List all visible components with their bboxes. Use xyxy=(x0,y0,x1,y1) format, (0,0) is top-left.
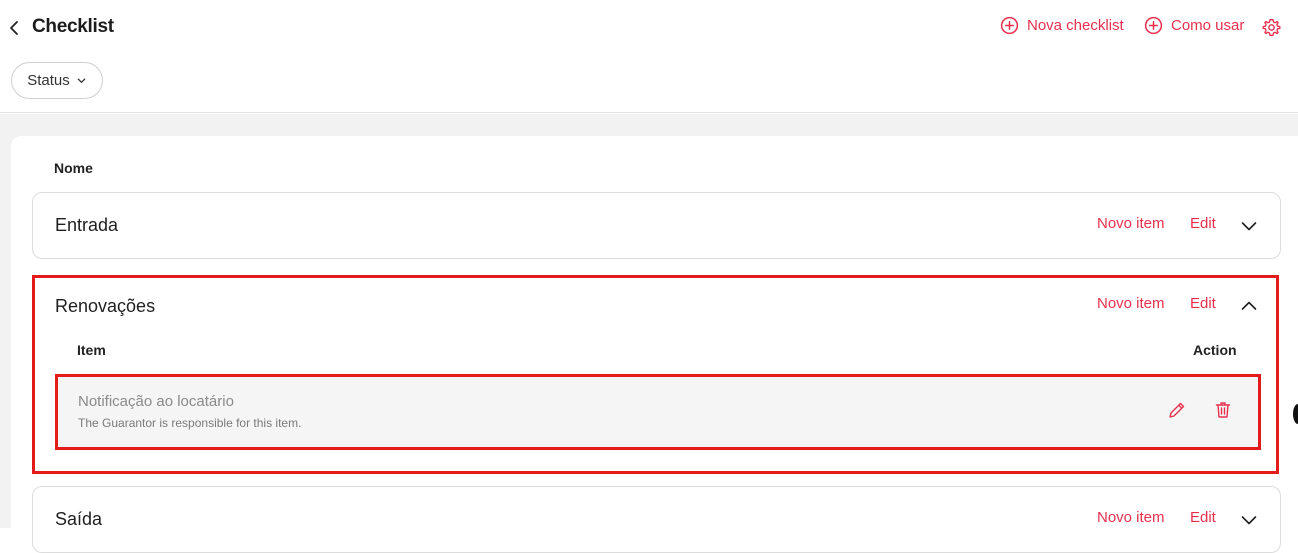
status-filter-label: Status xyxy=(27,72,70,89)
nova-checklist-label: Nova checklist xyxy=(1027,17,1124,34)
edit-button[interactable]: Edit xyxy=(1190,215,1216,232)
column-header-item: Item xyxy=(77,342,106,358)
chevron-down-icon[interactable] xyxy=(1240,217,1258,235)
chevron-down-icon xyxy=(77,78,86,83)
column-header-nome: Nome xyxy=(54,160,93,176)
group-name: Entrada xyxy=(55,215,119,235)
selected-item-outline xyxy=(55,374,1261,450)
gear-icon xyxy=(1262,19,1281,36)
como-usar-button[interactable]: Como usar xyxy=(1144,16,1244,35)
column-header-action: Action xyxy=(1193,342,1237,358)
group-name: Saída xyxy=(55,509,103,529)
edit-button[interactable]: Edit xyxy=(1190,509,1216,526)
page-title: Checklist xyxy=(32,16,114,37)
chevron-down-icon[interactable] xyxy=(1240,511,1258,529)
novo-item-button[interactable]: Novo item xyxy=(1097,215,1165,232)
settings-button[interactable] xyxy=(1262,18,1281,37)
top-bar: Checklist Nova checklist Como usar Statu… xyxy=(0,0,1298,113)
group-entrada[interactable]: Entrada Novo item Edit xyxy=(32,192,1281,259)
help-widget-edge[interactable] xyxy=(1293,404,1298,424)
como-usar-label: Como usar xyxy=(1171,17,1245,34)
nova-checklist-button[interactable]: Nova checklist xyxy=(1000,16,1124,35)
group-saida[interactable]: Saída Novo item Edit xyxy=(32,486,1281,553)
back-button[interactable] xyxy=(6,17,24,39)
plus-circle-icon xyxy=(1144,16,1163,35)
chevron-left-icon xyxy=(10,21,18,35)
status-filter-dropdown[interactable]: Status xyxy=(11,62,103,99)
plus-circle-icon xyxy=(1000,16,1019,35)
novo-item-button[interactable]: Novo item xyxy=(1097,509,1165,526)
